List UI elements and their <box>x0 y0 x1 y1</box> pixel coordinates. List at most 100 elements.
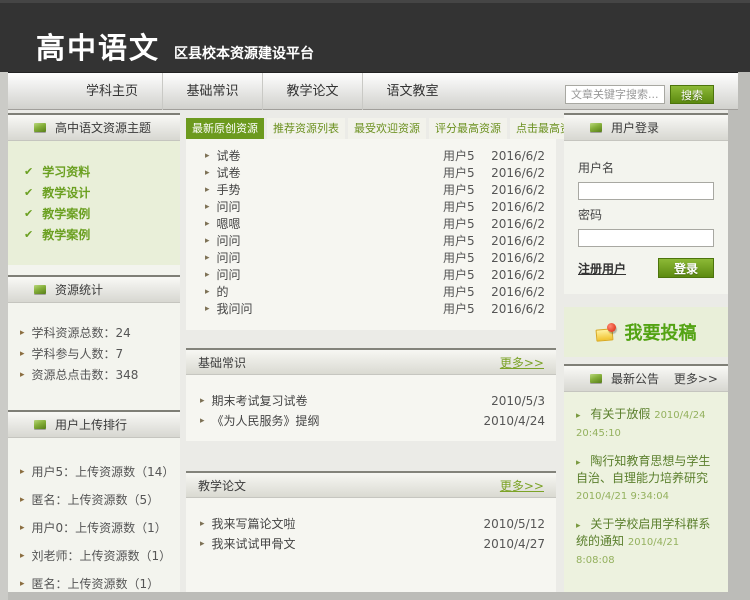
login-section-header: 用户登录 <box>564 113 728 141</box>
nav-item[interactable]: 语文教室 <box>362 73 462 110</box>
arrow-bullet-icon: ▸ <box>20 496 25 505</box>
search-input[interactable] <box>565 85 665 104</box>
announcement-item[interactable]: ▸ 有关于放假 2010/4/24 20:45:10 <box>576 406 718 442</box>
more-link[interactable]: 更多>> <box>500 477 544 494</box>
arrow-bullet-icon: ▸ <box>205 237 210 246</box>
register-link[interactable]: 注册用户 <box>578 260 626 277</box>
section-basics-header: 基础常识 更多>> <box>186 348 556 375</box>
resource-author: 用户5 <box>443 167 487 180</box>
nav-item[interactable]: 教学论文 <box>262 73 362 110</box>
arrow-bullet-icon: ▸ <box>20 552 25 561</box>
more-link[interactable]: 更多>> <box>500 354 544 371</box>
login-form: 用户名 密码 注册用户 登录 <box>564 141 728 294</box>
resource-row[interactable]: ▸ 问问 用户5 2016/6/2 <box>186 250 556 267</box>
resource-date: 2016/6/2 <box>487 235 545 248</box>
topic-label: 教学案例 <box>42 205 90 222</box>
resource-date: 2016/6/2 <box>487 167 545 180</box>
check-icon: ✔ <box>24 186 33 199</box>
upload-rank-item[interactable]: ▸ 用户0：上传资源数（1） <box>8 518 180 539</box>
article-row[interactable]: ▸ 我来写篇论文啦 2010/5/12 <box>186 514 556 534</box>
section-papers-title: 教学论文 <box>198 477 246 494</box>
cube-icon <box>590 123 602 132</box>
nav-item[interactable]: 学科主页 <box>62 73 162 110</box>
left-sidebar: 高中语文资源主题 ✔ 学习资料 ✔ 教学设计 ✔ <box>8 113 180 592</box>
resource-row[interactable]: ▸ 问问 用户5 2016/6/2 <box>186 233 556 250</box>
contribute-icon <box>596 323 618 342</box>
announcements-header: 最新公告 更多>> <box>564 364 728 392</box>
announcement-item[interactable]: ▸ 陶行知教育思想与学生自治、自理能力培养研究 2010/4/21 9:34:0… <box>576 453 718 505</box>
article-date: 2010/5/12 <box>483 517 545 531</box>
topic-link[interactable]: ✔ 学习资料 <box>8 161 180 182</box>
nav-item[interactable]: 基础常识 <box>162 73 262 110</box>
resource-author: 用户5 <box>443 184 487 197</box>
topics-section-title: 高中语文资源主题 <box>55 119 151 136</box>
article-title: 我来写篇论文啦 <box>212 517 484 531</box>
login-actions: 注册用户 登录 <box>578 258 714 278</box>
login-button[interactable]: 登录 <box>658 258 714 278</box>
article-title: 《为人民服务》提纲 <box>212 414 484 428</box>
resource-row[interactable]: ▸ 手势 用户5 2016/6/2 <box>186 182 556 199</box>
contribute-banner[interactable]: 我要投稿 <box>564 307 728 357</box>
stat-item: ▸ 资源总点击数：348 <box>8 365 180 386</box>
resource-row[interactable]: ▸ 试卷 用户5 2016/6/2 <box>186 165 556 182</box>
topic-link[interactable]: ✔ 教学设计 <box>8 182 180 203</box>
topics-list: ✔ 学习资料 ✔ 教学设计 ✔ 教学案例 ✔ <box>8 141 180 265</box>
resource-row[interactable]: ▸ 我问问 用户5 2016/6/2 <box>186 301 556 318</box>
arrow-bullet-icon: ▸ <box>205 152 210 161</box>
cube-icon <box>34 285 46 294</box>
arrow-bullet-icon: ▸ <box>20 580 25 589</box>
uploads-ranking-list: ▸ 用户5：上传资源数（14） ▸ 匿名：上传资源数（5） ▸ 用户0：上传资源… <box>8 438 180 592</box>
announcements-more-link[interactable]: 更多>> <box>674 370 718 387</box>
arrow-bullet-icon: ▸ <box>205 203 210 212</box>
arrow-bullet-icon: ▸ <box>200 397 205 406</box>
arrow-bullet-icon: ▸ <box>20 524 25 533</box>
username-field[interactable] <box>578 182 714 200</box>
topic-label: 教学设计 <box>42 184 90 201</box>
stats-list: ▸ 学科资源总数：24 ▸ 学科参与人数：7 ▸ 资源总点击数：348 <box>8 303 180 400</box>
upload-rank-item[interactable]: ▸ 刘老师：上传资源数（1） <box>8 546 180 567</box>
article-date: 2010/4/24 <box>483 414 545 428</box>
topic-link[interactable]: ✔ 教学案例 <box>8 203 180 224</box>
username-label: 用户名 <box>578 159 714 176</box>
resource-author: 用户5 <box>443 286 487 299</box>
upload-rank-item[interactable]: ▸ 匿名：上传资源数（1） <box>8 574 180 592</box>
resource-row[interactable]: ▸ 嗯嗯 用户5 2016/6/2 <box>186 216 556 233</box>
resource-row[interactable]: ▸ 问问 用户5 2016/6/2 <box>186 267 556 284</box>
resource-list: ▸ 试卷 用户5 2016/6/2 ▸ 试卷 用户5 2016/6/2 ▸ <box>186 139 556 330</box>
upload-rank-item[interactable]: ▸ 用户5：上传资源数（14） <box>8 462 180 483</box>
article-row[interactable]: ▸ 《为人民服务》提纲 2010/4/24 <box>186 411 556 431</box>
site-subtitle: 区县校本资源建设平台 <box>174 43 314 63</box>
login-section-title: 用户登录 <box>611 119 659 136</box>
resource-tab[interactable]: 最新原创资源 <box>186 118 264 139</box>
article-date: 2010/5/3 <box>491 394 545 408</box>
resource-date: 2016/6/2 <box>487 252 545 265</box>
search-button[interactable]: 搜索 <box>670 85 714 104</box>
article-row[interactable]: ▸ 我来试试甲骨文 2010/4/27 <box>186 534 556 554</box>
check-icon: ✔ <box>24 165 33 178</box>
article-row[interactable]: ▸ 期末考试复习试卷 2010/5/3 <box>186 391 556 411</box>
resource-tab[interactable]: 最受欢迎资源 <box>348 118 426 139</box>
resource-row[interactable]: ▸ 的 用户5 2016/6/2 <box>186 284 556 301</box>
arrow-bullet-icon: ▸ <box>205 288 210 297</box>
announcements-list: ▸ 有关于放假 2010/4/24 20:45:10 ▸ 陶行知教育思想与学生自… <box>564 392 728 592</box>
resource-row[interactable]: ▸ 问问 用户5 2016/6/2 <box>186 199 556 216</box>
password-label: 密码 <box>578 206 714 223</box>
resource-tab[interactable]: 推荐资源列表 <box>267 118 345 139</box>
topic-link[interactable]: ✔ 教学案例 <box>8 224 180 245</box>
resource-tab[interactable]: 评分最高资源 <box>429 118 507 139</box>
stat-item: ▸ 学科资源总数：24 <box>8 323 180 344</box>
resource-author: 用户5 <box>443 269 487 282</box>
upload-rank-item[interactable]: ▸ 匿名：上传资源数（5） <box>8 490 180 511</box>
password-field[interactable] <box>578 229 714 247</box>
arrow-bullet-icon: ▸ <box>200 520 205 529</box>
pushpin-icon <box>607 323 616 332</box>
announcement-item[interactable]: ▸ 关于学校启用学科群系统的通知 2010/4/21 8:08:08 <box>576 516 718 569</box>
arrow-bullet-icon: ▸ <box>205 305 210 314</box>
stat-label: 学科参与人数：7 <box>32 348 124 361</box>
navbar: 学科主页 基础常识 教学论文 语文教室 搜索 <box>0 72 738 110</box>
resource-author: 用户5 <box>443 218 487 231</box>
stat-label: 资源总点击数：348 <box>32 369 139 382</box>
resource-row[interactable]: ▸ 试卷 用户5 2016/6/2 <box>186 148 556 165</box>
arrow-bullet-icon: ▸ <box>205 254 210 263</box>
resource-author: 用户5 <box>443 235 487 248</box>
